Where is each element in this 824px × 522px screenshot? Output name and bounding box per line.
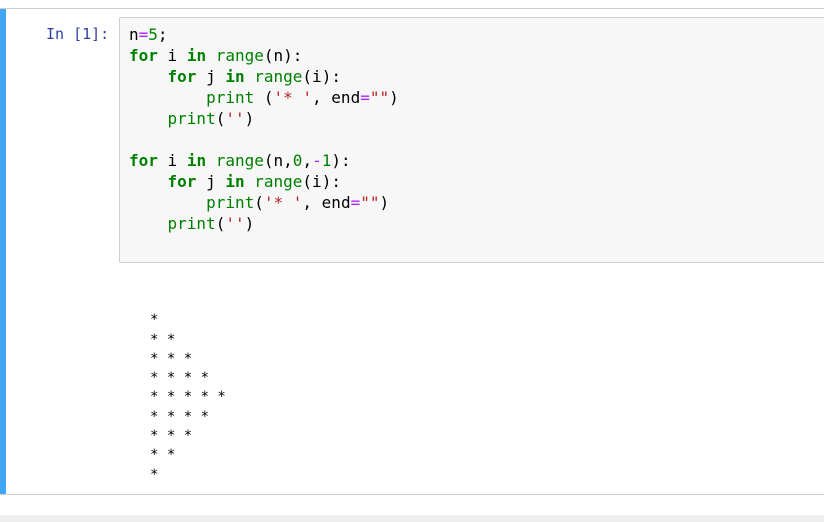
code-token: (n, [263,151,293,170]
code-token: in [225,67,245,86]
code-token: (i): [302,172,341,191]
code-token: in [225,172,245,191]
code-token: (n): [263,46,303,65]
code-line: print ('* ', end="") [129,87,399,108]
code-token: , end [312,88,361,107]
output-line: * * [150,447,184,464]
output-line: * * * [150,428,201,445]
code-token: ( [215,109,226,128]
output-line: * * [150,331,184,348]
code-token: ( [254,88,274,107]
code-token: , [302,151,313,170]
code-token: n [129,25,139,44]
code-token: print [167,109,216,128]
code-token: for [167,67,197,86]
code-token: 1 [321,151,332,170]
output-line: * * * * * [150,389,235,406]
code-token: "" [360,193,380,212]
code-editor[interactable]: n=5; for i in range(n): for j in range(i)… [119,17,824,263]
code-token: = [350,193,361,212]
code-line: for i in range(n): [129,45,399,66]
code-token: print [206,193,255,212]
code-line: print('') [129,108,399,129]
code-token: ( [215,214,226,233]
output-line: * [150,466,167,483]
code-token: ) [389,88,399,107]
code-token: = [138,25,149,44]
code-token: ; [157,25,168,44]
cell-selection-indicator [0,9,6,494]
code-token: j [196,172,226,191]
output-line: * * * [150,350,201,367]
code-token: '* ' [263,193,303,212]
code-line: for j in range(i): [129,66,399,87]
code-token: print [206,88,255,107]
code-token: i [157,46,187,65]
code-token: "" [369,88,390,107]
notebook: In [1]: n=5; for i in range(n): for j in … [0,0,824,522]
code-line: for j in range(i): [129,171,399,192]
code-token: in [186,151,207,170]
code-text[interactable]: n=5; for i in range(n): for j in range(i)… [129,24,399,234]
code-token: 0 [292,151,303,170]
code-line: n=5; [129,24,399,45]
code-token: ) [379,193,390,212]
code-token: range [215,151,264,170]
code-token: '* ' [273,88,313,107]
cell-output: * * * * * * * * * * * * * * * * * * * * … [150,292,234,485]
code-token: for [167,172,197,191]
code-token: ) [244,109,255,128]
code-line: print('* ', end="") [129,192,399,213]
code-token: range [254,67,303,86]
code-token: i [157,151,187,170]
code-token: (i): [302,67,341,86]
output-line: * * * * [150,408,218,425]
code-cell[interactable]: In [1]: n=5; for i in range(n): for j in … [0,8,824,495]
code-token: j [196,67,226,86]
input-prompt: In [1]: [46,25,110,43]
code-token: '' [225,214,245,233]
code-token: - [312,151,322,170]
output-line: * [150,312,167,329]
code-token: = [360,88,370,107]
code-token: for [129,46,158,65]
code-token: 5 [148,25,158,44]
code-line: print('') [129,213,399,234]
code-token: ) [244,214,255,233]
code-token: in [186,46,207,65]
code-token: range [215,46,264,65]
output-line: * * * * [150,370,218,387]
code-token: ): [331,151,351,170]
code-token: range [254,172,303,191]
code-token: , end [302,193,351,212]
bottom-divider [0,515,824,522]
code-token: for [129,151,158,170]
code-token: print [167,214,216,233]
code-token: ( [254,193,264,212]
code-token: '' [225,109,245,128]
code-line: for i in range(n,0,-1): [129,150,399,171]
